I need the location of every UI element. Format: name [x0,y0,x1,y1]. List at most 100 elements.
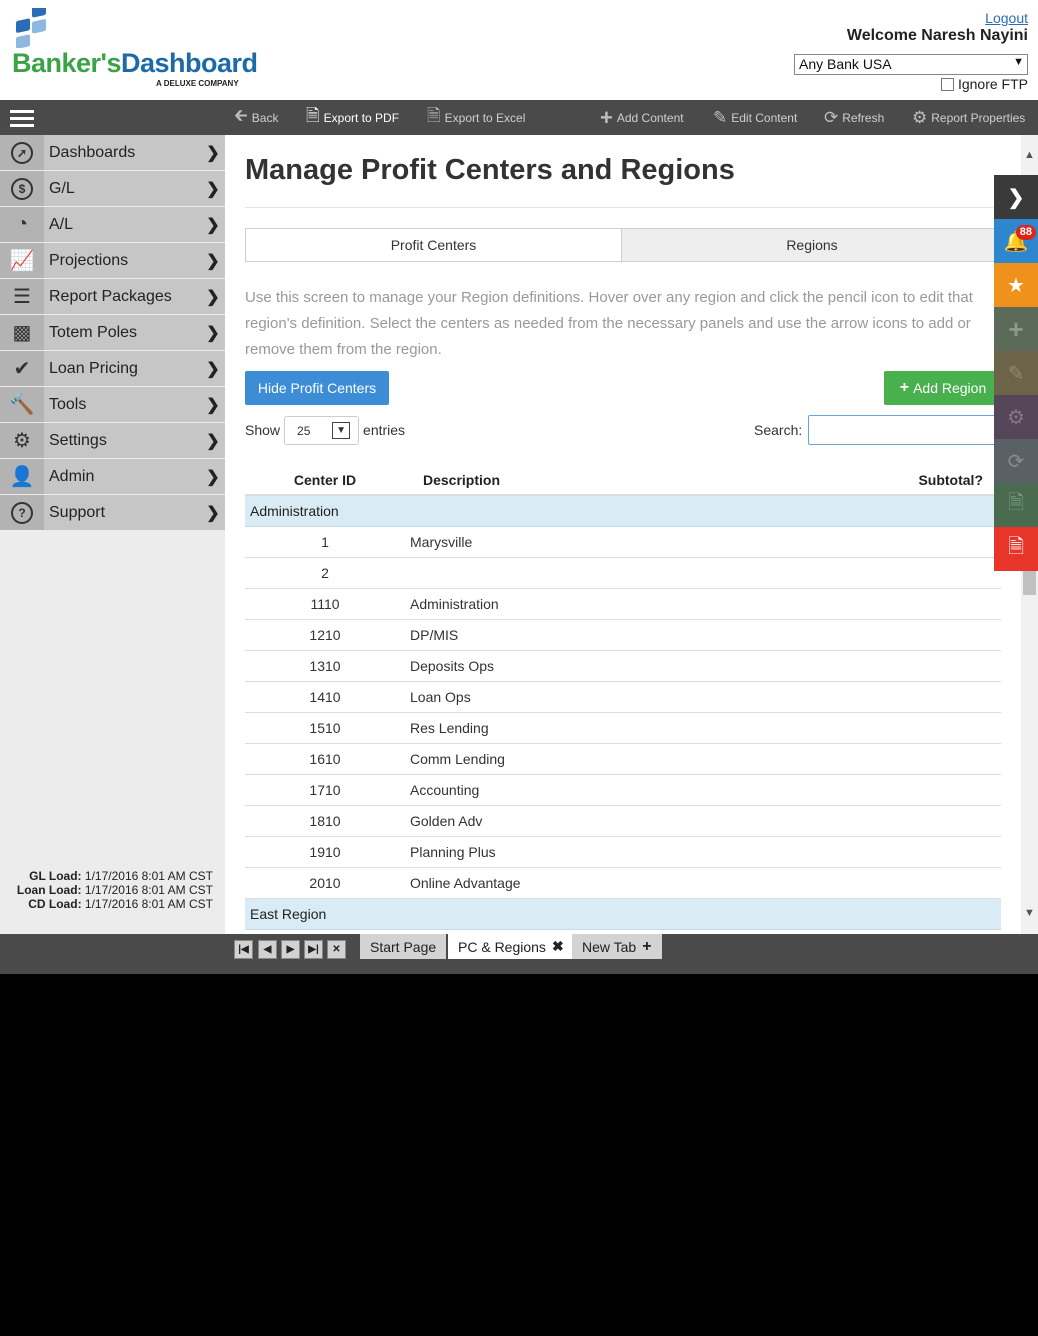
chevron-right-icon: ❯ [206,468,220,486]
table-row[interactable]: 1110 Administration [245,589,1001,620]
tab-new-tab[interactable]: New Tab + [572,934,662,959]
export-excel-button[interactable]: 🗎 Export to Excel [427,100,525,135]
sidebar-item-a-l[interactable]: ◔ A/L ❯ [0,207,225,242]
sidebar-item-report-packages[interactable]: ☰ Report Packages ❯ [0,279,225,314]
divider [245,207,1021,208]
export-pdf-button[interactable]: 🗎 Export to PDF [306,100,399,135]
report-properties-button[interactable]: ⚙ Report Properties [912,100,1025,135]
sidebar-item-totem-poles[interactable]: ▩ Totem Poles ❯ [0,315,225,350]
sidebar-item-admin[interactable]: 👤 Admin ❯ [0,459,225,494]
edit-content-side-button[interactable]: ✎ [994,351,1038,395]
table-row[interactable]: 1210 DP/MIS [245,620,1001,651]
center-id-cell: 1410 [309,689,341,705]
table-row[interactable]: 1 Marysville [245,527,1001,558]
sidebar-item-support[interactable]: ? Support ❯ [0,495,225,530]
sidebar-item-loan-pricing[interactable]: ✔ Loan Pricing ❯ [0,351,225,386]
scroll-up-icon[interactable]: ▲ [1021,147,1038,164]
bankers-dashboard-logo[interactable]: Banker'sDashboard A DELUXE COMPANY [10,8,270,94]
table-row[interactable]: 1810 Golden Adv [245,806,1001,837]
tab-start-page[interactable]: Start Page [360,934,447,959]
next-tab-icon[interactable]: ▶ [281,940,300,959]
chevron-right-icon: ❯ [206,324,220,342]
sidebar-item-projections[interactable]: 📈 Projections ❯ [0,243,225,278]
logo-wordmark: Banker'sDashboard [12,48,258,78]
column-subtotal[interactable]: Subtotal? [575,472,1001,488]
back-button[interactable]: 🡰 Back [234,100,278,135]
settings-side-button[interactable]: ⚙ [994,395,1038,439]
sidebar-item-dashboards[interactable]: ➚ Dashboards ❯ [0,135,225,170]
center-id-cell: 1710 [309,782,341,798]
refresh-button[interactable]: ⟳ Refresh [824,100,884,135]
entries-label: entries [363,422,406,438]
description-cell: Loan Ops [410,689,471,705]
tab-pc-regions[interactable]: PC & Regions ✖ [448,934,574,959]
refresh-side-button[interactable]: ⟳ [994,439,1038,483]
ignore-ftp-toggle[interactable]: Ignore FTP [940,76,1028,92]
description-cell: Deposits Ops [410,658,495,674]
excel-side-button[interactable]: 🗎 [994,483,1038,527]
chevron-down-icon: ▼ [1013,56,1024,68]
hide-profit-centers-button[interactable]: Hide Profit Centers [245,371,389,405]
center-id-cell: 1510 [309,720,341,736]
show-label: Show [245,422,281,438]
previous-tab-icon[interactable]: ◀ [258,940,277,959]
table-row[interactable]: 1310 Deposits Ops [245,651,1001,682]
plus-icon: + [600,104,613,130]
pdf-side-button[interactable]: 🗎 [994,527,1038,571]
intro-text: Use this screen to manage your Region de… [245,289,973,358]
expand-panel-button[interactable]: ❯ [994,175,1038,219]
plus-icon[interactable]: + [642,938,651,956]
description-cell: Accounting [410,782,480,798]
help-icon: ? [0,495,44,530]
search-input[interactable] [808,415,999,445]
column-center-id[interactable]: Center ID [245,472,405,488]
region-group-row[interactable]: Administration [245,496,1001,527]
notifications-button[interactable]: 🔔 88 [994,219,1038,263]
excel-icon: 🗎 [427,106,441,125]
add-content-button[interactable]: + Add Content [600,100,684,135]
center-id-cell: 1610 [309,751,341,767]
edit-content-button[interactable]: ✎ Edit Content [713,100,797,135]
tab-profit-centers[interactable]: Profit Centers [245,228,622,262]
description-cell: Online Advantage [410,875,521,891]
gear-icon: ⚙ [0,423,44,458]
sidebar-item-g-l[interactable]: $ G/L ❯ [0,171,225,206]
sidebar-item-tools[interactable]: 🔨 Tools ❯ [0,387,225,422]
pencil-icon: ✎ [713,107,728,127]
close-icon[interactable]: ✖ [552,938,564,955]
close-all-tabs-icon[interactable]: ✕ [327,940,346,959]
region-group-row[interactable]: East Region [245,899,1001,930]
pencil-icon: ✎ [1007,362,1025,385]
hammer-icon: 🔨 [0,387,44,422]
table-row[interactable]: 1510 Res Lending [245,713,1001,744]
table-row[interactable]: 1710 Accounting [245,775,1001,806]
tab-regions[interactable]: Regions [622,228,1003,262]
back-arrow-icon: 🡰 [234,106,248,125]
page-title: Manage Profit Centers and Regions [245,154,735,186]
entries-control: Show 25 ▼ entries [245,415,405,445]
search-control: Search: [754,415,999,445]
table-row[interactable]: 2010 Online Advantage [245,868,1001,899]
last-tab-icon[interactable]: ▶| [304,940,323,959]
center-id-cell: 2010 [309,875,341,891]
add-content-side-button[interactable]: + [994,307,1038,351]
logout-link[interactable]: Logout [985,10,1028,26]
favorites-button[interactable]: ★ [994,263,1038,307]
column-description[interactable]: Description [405,472,575,488]
bank-select[interactable]: Any Bank USA ▼ [794,54,1028,75]
scroll-down-icon[interactable]: ▼ [1021,905,1038,922]
table-row[interactable]: 1910 Planning Plus [245,837,1001,868]
chevron-right-icon: ❯ [206,396,220,414]
ignore-ftp-checkbox[interactable] [940,77,954,91]
refresh-icon: ⟳ [1007,450,1025,473]
menu-icon[interactable] [10,110,34,128]
table-row[interactable]: 2 [245,558,1001,589]
first-tab-icon[interactable]: |◀ [234,940,253,959]
sidebar-item-settings[interactable]: ⚙ Settings ❯ [0,423,225,458]
logo-mark-icon [16,8,46,48]
description-cell: Comm Lending [410,751,505,767]
add-region-button[interactable]: + Add Region [884,371,1002,405]
table-row[interactable]: 1410 Loan Ops [245,682,1001,713]
table-row[interactable]: 1610 Comm Lending [245,744,1001,775]
entries-select[interactable]: 25 ▼ [284,415,360,445]
